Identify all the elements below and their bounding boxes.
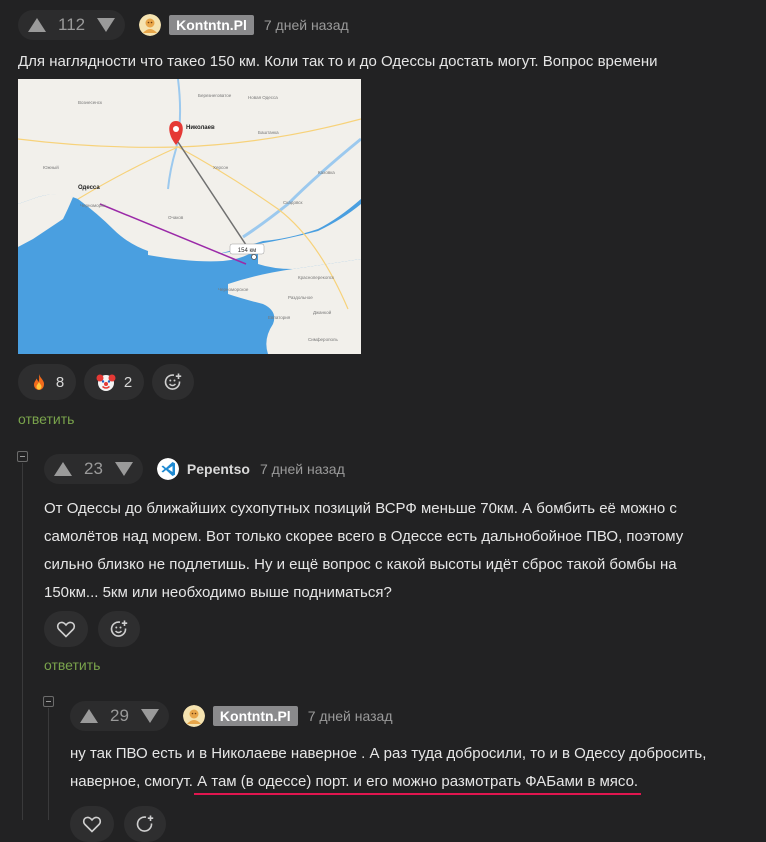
comment-1-header: 112 Kontntn.Pl 7 дней назад [18, 10, 349, 40]
vote-widget: 112 [18, 10, 126, 40]
city2-label: Одесса [78, 185, 100, 191]
text-line: наверное, смогут. А там (в одессе) порт.… [70, 768, 706, 796]
author: Kontntn.Pl 7 дней назад [139, 14, 349, 36]
svg-text:Евпатория: Евпатория [268, 315, 291, 320]
username[interactable]: Kontntn.Pl [169, 15, 254, 35]
comment-3-text: ну так ПВО есть и в Николаеве наверное .… [70, 740, 706, 796]
comment-3-header: 29 Kontntn.Pl 7 дней назад [70, 701, 393, 731]
author: Pepentso 7 дней назад [156, 458, 345, 480]
svg-text:Раздольное: Раздольное [288, 295, 313, 300]
vote-widget: 29 [70, 701, 169, 731]
fire-icon [33, 374, 44, 390]
svg-text:Джанкой: Джанкой [313, 309, 332, 315]
timestamp: 7 дней назад [259, 461, 345, 477]
svg-text:Очаков: Очаков [168, 215, 184, 220]
collapse-thread-button[interactable] [17, 451, 28, 462]
svg-text:Черноморское: Черноморское [218, 287, 249, 292]
avatar[interactable] [139, 14, 162, 36]
svg-text:Березнеговатое: Березнеговатое [198, 93, 232, 98]
upvote-icon[interactable] [54, 462, 72, 476]
username[interactable]: Pepentso [187, 461, 250, 477]
downvote-icon[interactable] [114, 462, 133, 476]
thread-line [48, 708, 49, 820]
vote-widget: 23 [44, 454, 143, 484]
author: Kontntn.Pl 7 дней назад [182, 705, 393, 727]
timestamp: 7 дней назад [263, 17, 349, 33]
downvote-icon[interactable] [97, 18, 116, 32]
comment-2-text: От Одессы до ближайших сухопутных позици… [44, 495, 683, 607]
text-line: От Одессы до ближайших сухопутных позици… [44, 500, 677, 517]
avatar[interactable] [182, 705, 205, 727]
heart-icon [82, 816, 102, 833]
comment-1-text: Для наглядности что такео 150 км. Коли т… [18, 53, 658, 70]
add-reaction-button[interactable] [124, 806, 166, 842]
reply-link[interactable]: ответить [18, 411, 74, 427]
svg-text:Южный: Южный [43, 164, 59, 170]
downvote-icon[interactable] [140, 709, 159, 723]
reply-link[interactable]: ответить [44, 657, 100, 673]
svg-text:Новая Одесса: Новая Одесса [248, 95, 278, 100]
upvote-icon[interactable] [28, 18, 46, 32]
map-image[interactable]: 154 км Николаев Одесса Березнеговатое Во… [18, 79, 361, 354]
add-reaction-icon [136, 815, 154, 832]
reaction-count: 8 [55, 373, 65, 391]
add-reaction-button[interactable] [152, 364, 194, 400]
city-label: Николаев [186, 125, 215, 131]
heart-icon [56, 621, 76, 638]
reaction-fire[interactable]: 8 [18, 364, 76, 400]
svg-text:Херсон: Херсон [213, 165, 229, 170]
text-line: ну так ПВО есть и в Николаеве наверное .… [70, 745, 707, 762]
add-reaction-icon [110, 620, 128, 637]
underlined-text: А там (в одессе) порт. и его можно размо… [194, 773, 642, 795]
add-reaction-icon [164, 373, 182, 390]
reaction-count: 2 [123, 373, 133, 391]
score: 23 [84, 459, 103, 478]
text-line: сильно близко не подлетишь. Ну и ещё воп… [44, 556, 677, 573]
avatar[interactable] [156, 458, 179, 480]
reaction-clown[interactable]: 2 [84, 364, 144, 400]
svg-text:Скадовск: Скадовск [283, 200, 303, 205]
text-line: самолётов над морем. Вот только скорее в… [44, 528, 684, 545]
score: 29 [110, 706, 129, 725]
username[interactable]: Kontntn.Pl [212, 706, 298, 726]
add-reaction-button[interactable] [98, 611, 140, 647]
like-button[interactable] [44, 611, 88, 647]
svg-text:Черноморск: Черноморск [80, 203, 105, 208]
score: 112 [58, 15, 86, 34]
like-button[interactable] [70, 806, 114, 842]
thread-line [22, 463, 23, 820]
text-line: 150км... 5км или необходимо выше поднима… [44, 584, 392, 601]
timestamp: 7 дней назад [307, 708, 393, 724]
comment-2-header: 23 Pepentso 7 дней назад [44, 454, 345, 484]
clown-icon [96, 374, 116, 391]
distance-label: 154 км [238, 248, 256, 254]
svg-text:Баштанка: Баштанка [258, 130, 279, 135]
upvote-icon[interactable] [80, 709, 98, 723]
svg-text:Симферополь: Симферополь [308, 337, 339, 342]
svg-text:Красноперекопск: Красноперекопск [298, 275, 334, 280]
svg-text:Вознесенск: Вознесенск [78, 100, 102, 105]
collapse-thread-button[interactable] [43, 696, 54, 707]
svg-text:Каховка: Каховка [318, 170, 335, 175]
text-segment: наверное, смогут. [70, 773, 198, 790]
